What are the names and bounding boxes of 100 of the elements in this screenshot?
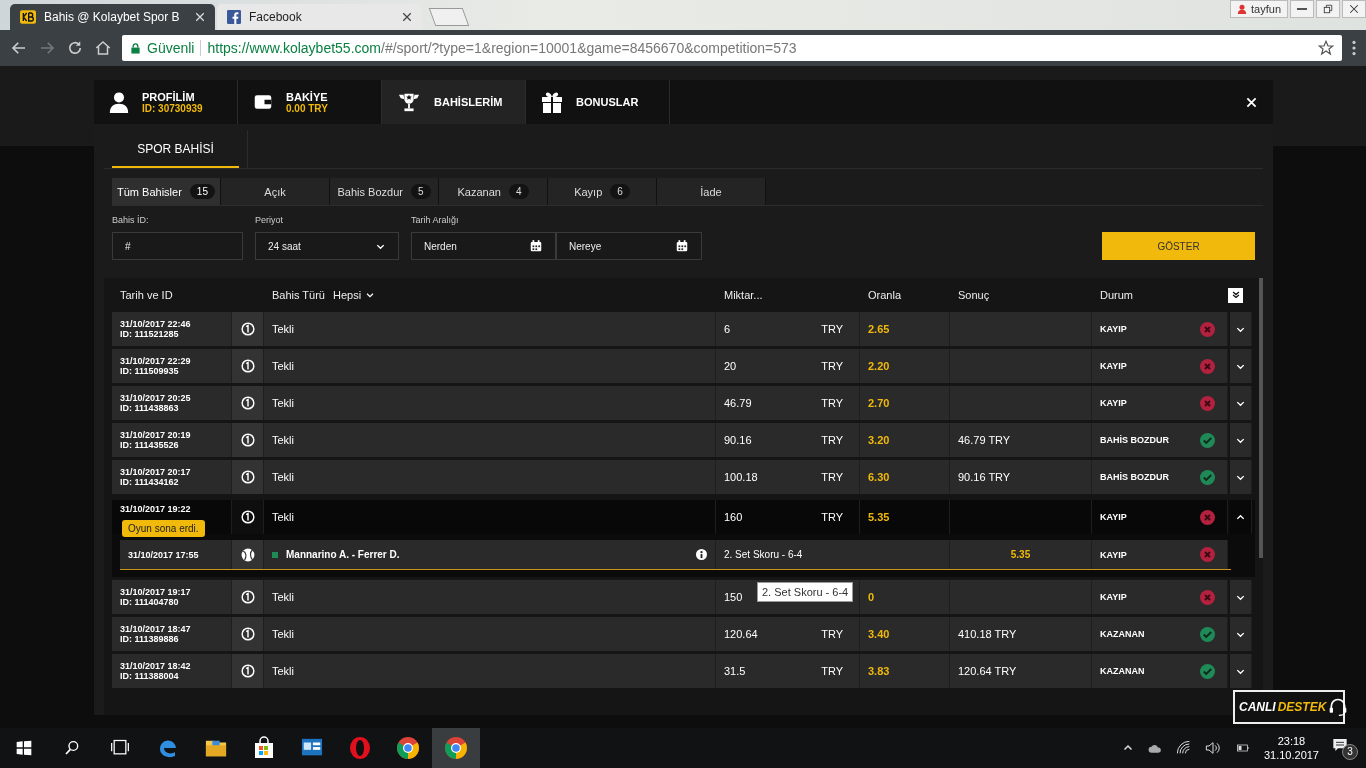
minimize-button[interactable] [1290, 0, 1314, 18]
minimize-icon [1297, 8, 1307, 10]
single-bet-icon [240, 510, 255, 524]
show-button[interactable]: GÖSTER [1102, 232, 1255, 260]
currency: TRY [821, 434, 843, 446]
bet-odds: 0 [868, 591, 875, 603]
field-label: Periyot [255, 215, 284, 226]
bet-row[interactable]: 31/10/2017 20:17 ID: 111434162 Tekli 100.18 TRY 6.30 90.16 TRY BAHİS BOZDUR [112, 460, 1255, 494]
trophy-icon [396, 91, 422, 113]
selection-status: KAYIP [1100, 549, 1127, 560]
url-text: https://www.kolaybet55.com/#/sport/?type=1&region=10001&game=8456670&competition=573 [207, 40, 798, 56]
bet-id: ID: 111389886 [120, 634, 179, 644]
filter-tab[interactable]: İade [657, 178, 766, 205]
forward-icon [38, 39, 56, 57]
date-to-field[interactable]: Nereye [556, 232, 702, 260]
bet-amount: 46.79 [724, 397, 752, 409]
scrollbar[interactable] [1259, 278, 1263, 558]
bet-status: KAYIP [1100, 592, 1127, 602]
bet-row[interactable]: 31/10/2017 18:47 ID: 111389886 Tekli 120.64 TRY 3.40 410.18 TRY KAZANAN [112, 617, 1255, 651]
calendar-icon [529, 239, 543, 253]
browser-tab[interactable]: Bahis @ Kolaybet Spor B [10, 4, 215, 30]
bet-date: 31/10/2017 19:22 [120, 504, 191, 514]
filter-tab[interactable]: Bahis Bozdur 5 [330, 178, 439, 205]
nav-tab[interactable]: BONUSLAR [526, 80, 670, 124]
column-header: Bahis Türü [272, 289, 325, 301]
currency: TRY [821, 628, 843, 640]
single-bet-icon [240, 433, 255, 447]
restore-button[interactable] [1316, 0, 1340, 18]
headset-icon [1328, 697, 1349, 717]
event-time: 31/10/2017 17:55 [128, 549, 199, 560]
bet-row[interactable]: 31/10/2017 20:25 ID: 111438863 Tekli 46.79 TRY 2.70 KAYIP [112, 386, 1255, 420]
tooltip: Oyun sona erdi. [122, 520, 205, 537]
single-bet-icon [240, 470, 255, 484]
message-icon [1331, 736, 1349, 753]
close-icon [1245, 96, 1257, 108]
home-icon [94, 39, 112, 57]
bet-odds: 3.40 [868, 628, 890, 640]
nav-tab[interactable]: BAHİSLERİM [382, 80, 526, 124]
column-header: Tarih ve ID [120, 289, 173, 301]
taskbar-app[interactable] [432, 728, 480, 768]
bet-status: KAYIP [1100, 324, 1127, 334]
bet-result: 410.18 TRY [958, 628, 1017, 640]
selection-odds: 5.35 [1010, 549, 1031, 560]
single-bet-icon [240, 664, 255, 678]
single-bet-icon [240, 359, 255, 373]
kb-logo-icon [20, 10, 36, 24]
bet-date: 31/10/2017 20:25 [120, 393, 191, 403]
bet-amount: 100.18 [724, 471, 758, 483]
bet-date: 31/10/2017 18:42 [120, 661, 191, 671]
user-icon [1237, 4, 1248, 14]
filter-tab[interactable]: Kayıp 6 [548, 178, 657, 205]
bet-amount: 6 [724, 323, 731, 335]
single-bet-icon [240, 590, 255, 604]
close-button[interactable] [1342, 0, 1366, 18]
bet-row[interactable]: 31/10/2017 22:29 ID: 111509935 Tekli 20 TRY 2.20 KAYIP [112, 349, 1255, 383]
bet-date: 31/10/2017 20:19 [120, 430, 191, 440]
notification-button[interactable]: 3 [1331, 736, 1358, 760]
bet-type: Tekli [272, 471, 294, 483]
single-bet-icon [240, 322, 255, 336]
lock-icon [130, 41, 141, 55]
bet-status: BAHİS BOZDUR [1100, 472, 1169, 482]
period-dropdown[interactable]: 24 saat [255, 232, 399, 260]
field-label: Tarih Aralığı [411, 215, 460, 226]
bet-odds: 5.35 [868, 511, 890, 523]
section-tab[interactable]: SPOR BAHİSİ [104, 130, 248, 168]
bet-result: 46.79 TRY [958, 434, 1011, 446]
user-button[interactable]: tayfun [1230, 0, 1288, 18]
browser-tab[interactable]: Facebook [217, 4, 422, 30]
live-support-button[interactable]: CANLI DESTEK [1233, 690, 1345, 724]
bet-date: 31/10/2017 22:46 [120, 319, 191, 329]
column-header: Oranla [868, 289, 902, 301]
bet-type: Tekli [272, 323, 294, 335]
bet-id-field[interactable]: # [112, 232, 243, 260]
type-filter-dropdown[interactable]: Hepsi [333, 289, 376, 301]
bet-status: KAZANAN [1100, 666, 1145, 676]
shopping-bag-icon [252, 736, 276, 760]
bet-row[interactable]: 31/10/2017 20:19 ID: 111435526 Tekli 90.16 TRY 3.20 46.79 TRY BAHİS BOZDUR [112, 423, 1255, 457]
bet-date: 31/10/2017 22:29 [120, 356, 191, 366]
address-bar[interactable]: Güvenli https://www.kolaybet55.com/#/sport/?type=1&region=10001&game=8456670&competition=573 [122, 35, 1342, 61]
bet-amount: 120.64 [724, 628, 758, 640]
bet-id: ID: 111521285 [120, 329, 179, 339]
collapse-all-button[interactable] [1228, 287, 1243, 303]
bet-result: 90.16 TRY [958, 471, 1011, 483]
volume-icon [1203, 740, 1222, 756]
date-from-field[interactable]: Nerden [411, 232, 556, 260]
filter-tab[interactable]: Açık [221, 178, 330, 205]
match-name: Mannarino A. - Ferrer D. [286, 549, 401, 560]
nav-tab[interactable]: PROFİLİM ID: 30730939 [94, 80, 238, 124]
clock[interactable]: 23:18 31.10.2017 [1263, 735, 1319, 761]
currency: TRY [821, 471, 843, 483]
bet-row[interactable]: 31/10/2017 18:42 ID: 111388004 Tekli 31.5 TRY 3.83 120.64 TRY KAZANAN [112, 654, 1255, 688]
double-chevron-icon [1230, 290, 1241, 300]
bet-date: 31/10/2017 18:47 [120, 624, 191, 634]
menu-icon [1352, 40, 1356, 56]
filter-tab[interactable]: Kazanan 4 [439, 178, 548, 205]
bet-row[interactable]: 31/10/2017 22:46 ID: 111521285 Tekli 6 TRY 2.65 KAYIP [112, 312, 1255, 346]
bet-id: ID: 111509935 [120, 366, 179, 376]
search-icon [64, 740, 80, 756]
filter-tab[interactable]: Tüm Bahisler 15 [112, 178, 221, 205]
ring-icon [348, 736, 372, 760]
